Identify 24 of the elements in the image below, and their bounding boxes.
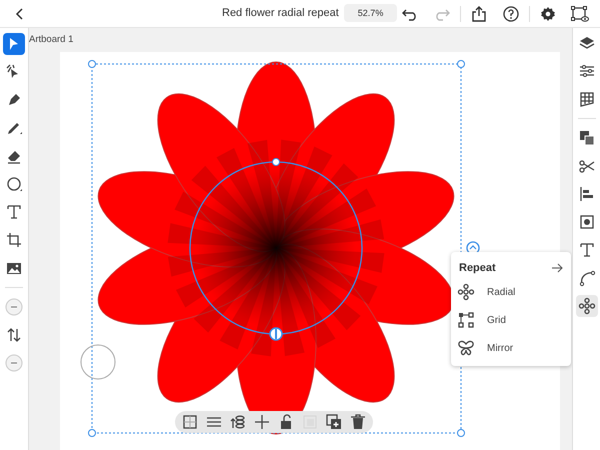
selection-handle[interactable] <box>88 429 96 437</box>
checkerboard-icon[interactable] <box>181 413 199 431</box>
grid-repeat-icon <box>457 311 475 329</box>
move-icon[interactable] <box>253 413 271 431</box>
menu-item[interactable]: Grid <box>451 306 571 334</box>
artboard-label: Artboard 1 <box>29 34 74 45</box>
repeat-radius-guide[interactable] <box>189 161 363 335</box>
count-handle[interactable] <box>269 327 283 341</box>
selection-handle[interactable] <box>88 60 96 68</box>
duplicate-icon[interactable] <box>325 413 343 431</box>
selection-handle[interactable] <box>457 429 465 437</box>
menu-title: Repeat <box>459 262 496 274</box>
butterfly-icon <box>457 339 475 357</box>
menu-item[interactable]: Radial <box>451 278 571 306</box>
arrange-icon[interactable] <box>229 413 247 431</box>
radius-handle[interactable] <box>272 158 280 166</box>
radial-repeat-icon[interactable] <box>576 295 598 317</box>
selection-handle[interactable] <box>457 60 465 68</box>
menu-item[interactable]: Mirror <box>451 334 571 362</box>
arrow-right-icon[interactable] <box>552 263 563 273</box>
trash-icon[interactable] <box>349 413 367 431</box>
radial-repeat-icon <box>457 283 475 301</box>
document-title: Red flower radial repeat <box>222 7 339 19</box>
zoom-field[interactable]: 52.7% <box>344 4 398 22</box>
